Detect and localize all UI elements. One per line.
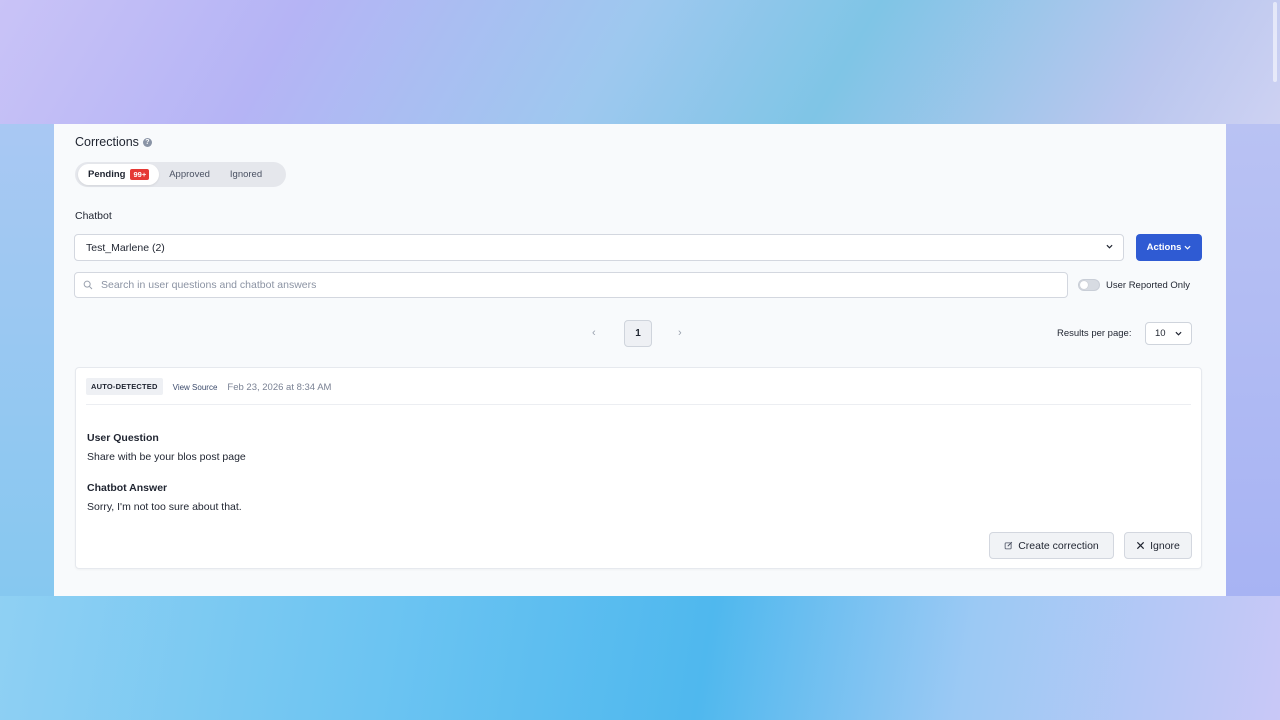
search-input[interactable] xyxy=(101,279,1001,291)
close-icon xyxy=(1137,541,1145,550)
previous-page-button[interactable]: ‹ xyxy=(592,327,596,339)
tab-approved-label: Approved xyxy=(169,169,210,180)
tab-pending[interactable]: Pending 99+ xyxy=(78,164,160,185)
status-tabs: Pending 99+ Approved Ignored xyxy=(75,162,286,187)
results-per-page-value: 10 xyxy=(1155,328,1166,339)
chevron-down-icon xyxy=(1184,245,1191,250)
correction-date: Feb 23, 2026 at 8:34 AM xyxy=(227,382,332,393)
actions-button[interactable]: Actions xyxy=(1136,234,1202,261)
background-lower xyxy=(0,596,1280,720)
chatbot-select-value: Test_Marlene (2) xyxy=(86,241,165,254)
pending-count-badge: 99+ xyxy=(130,169,150,180)
background-right xyxy=(1226,124,1280,596)
tab-ignored-label: Ignored xyxy=(229,169,263,180)
next-page-button[interactable]: › xyxy=(678,327,682,339)
chevron-down-icon xyxy=(1106,244,1113,249)
ignore-label: Ignore xyxy=(1150,539,1180,552)
correction-card-header: AUTO-DETECTED View Source Feb 23, 2026 a… xyxy=(86,378,1191,405)
ignore-button[interactable]: Ignore xyxy=(1124,532,1192,559)
view-source-link[interactable]: View Source xyxy=(173,383,218,392)
background-left xyxy=(0,124,54,596)
results-per-page-select[interactable]: 10 xyxy=(1145,322,1192,345)
help-icon[interactable]: ? xyxy=(142,137,152,147)
user-reported-toggle[interactable] xyxy=(1078,279,1100,291)
chevron-down-icon xyxy=(1175,331,1182,336)
create-correction-button[interactable]: Create correction xyxy=(989,532,1114,559)
auto-detected-badge: AUTO-DETECTED xyxy=(86,378,163,395)
user-question-label: User Question xyxy=(87,432,159,444)
corrections-panel: Corrections ? Pending 99+ Approved Ignor… xyxy=(54,124,1226,596)
actions-button-label: Actions xyxy=(1146,242,1182,253)
window-scrollbar[interactable] xyxy=(1273,2,1277,82)
chatbot-answer-label: Chatbot Answer xyxy=(87,482,168,494)
page-title: Corrections ? xyxy=(75,135,152,149)
results-per-page-label: Results per page: xyxy=(1057,328,1132,339)
chatbot-answer-text: Sorry, I'm not too sure about that. xyxy=(87,501,242,513)
user-reported-label: User Reported Only xyxy=(1106,280,1190,291)
edit-icon xyxy=(1004,541,1013,550)
create-correction-label: Create correction xyxy=(1018,539,1099,552)
user-question-text: Share with be your blos post page xyxy=(87,451,246,463)
tab-pending-label: Pending xyxy=(88,169,126,180)
tab-approved[interactable]: Approved xyxy=(159,164,220,185)
tab-ignored[interactable]: Ignored xyxy=(220,164,272,185)
page-title-text: Corrections xyxy=(75,135,139,149)
search-field xyxy=(74,272,1068,298)
chatbot-select[interactable]: Test_Marlene (2) xyxy=(74,234,1124,261)
chatbot-label: Chatbot xyxy=(75,210,112,222)
search-icon xyxy=(83,280,93,290)
correction-card: AUTO-DETECTED View Source Feb 23, 2026 a… xyxy=(75,367,1202,569)
page-number-button[interactable]: 1 xyxy=(624,320,652,347)
